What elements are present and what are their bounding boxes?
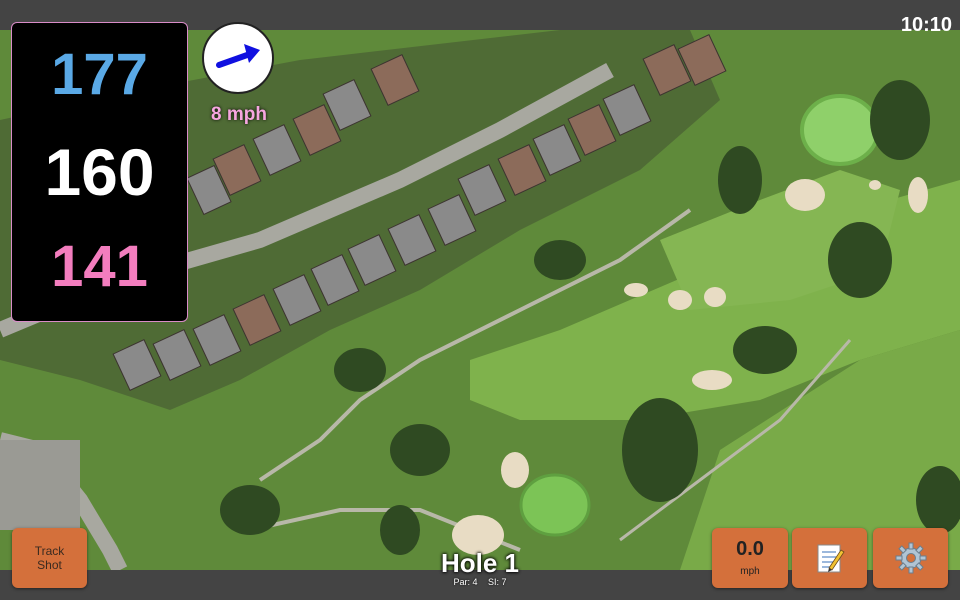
notes-button[interactable] (792, 528, 867, 588)
gear-icon (895, 542, 926, 574)
hole-par: Par: 4 (453, 577, 478, 587)
clock-time: 10:10 (900, 14, 952, 36)
track-shot-button[interactable]: Track Shot (12, 528, 87, 588)
arrow-right-icon (216, 44, 260, 68)
speed-value: 0.0 (736, 538, 764, 560)
notepad-icon (817, 544, 845, 573)
hole-stroke-index: SI: 7 (488, 577, 507, 587)
back-yardage: 177 (51, 42, 148, 107)
wind-indicator (202, 22, 274, 94)
hole-title: Hole 1 (440, 548, 520, 578)
track-shot-label-line1: Track (34, 544, 65, 558)
yardage-panel: 177 160 141 (11, 22, 188, 322)
speed-button[interactable]: 0.0 mph (712, 528, 788, 588)
wind-speed-label: 8 mph (211, 104, 267, 125)
hole-info: Par: 4 SI: 7 (380, 577, 580, 587)
speed-unit: mph (740, 566, 760, 577)
settings-button[interactable] (873, 528, 948, 588)
front-yardage: 141 (51, 234, 148, 299)
middle-yardage: 160 (44, 135, 155, 209)
track-shot-label-line2: Shot (37, 558, 62, 572)
